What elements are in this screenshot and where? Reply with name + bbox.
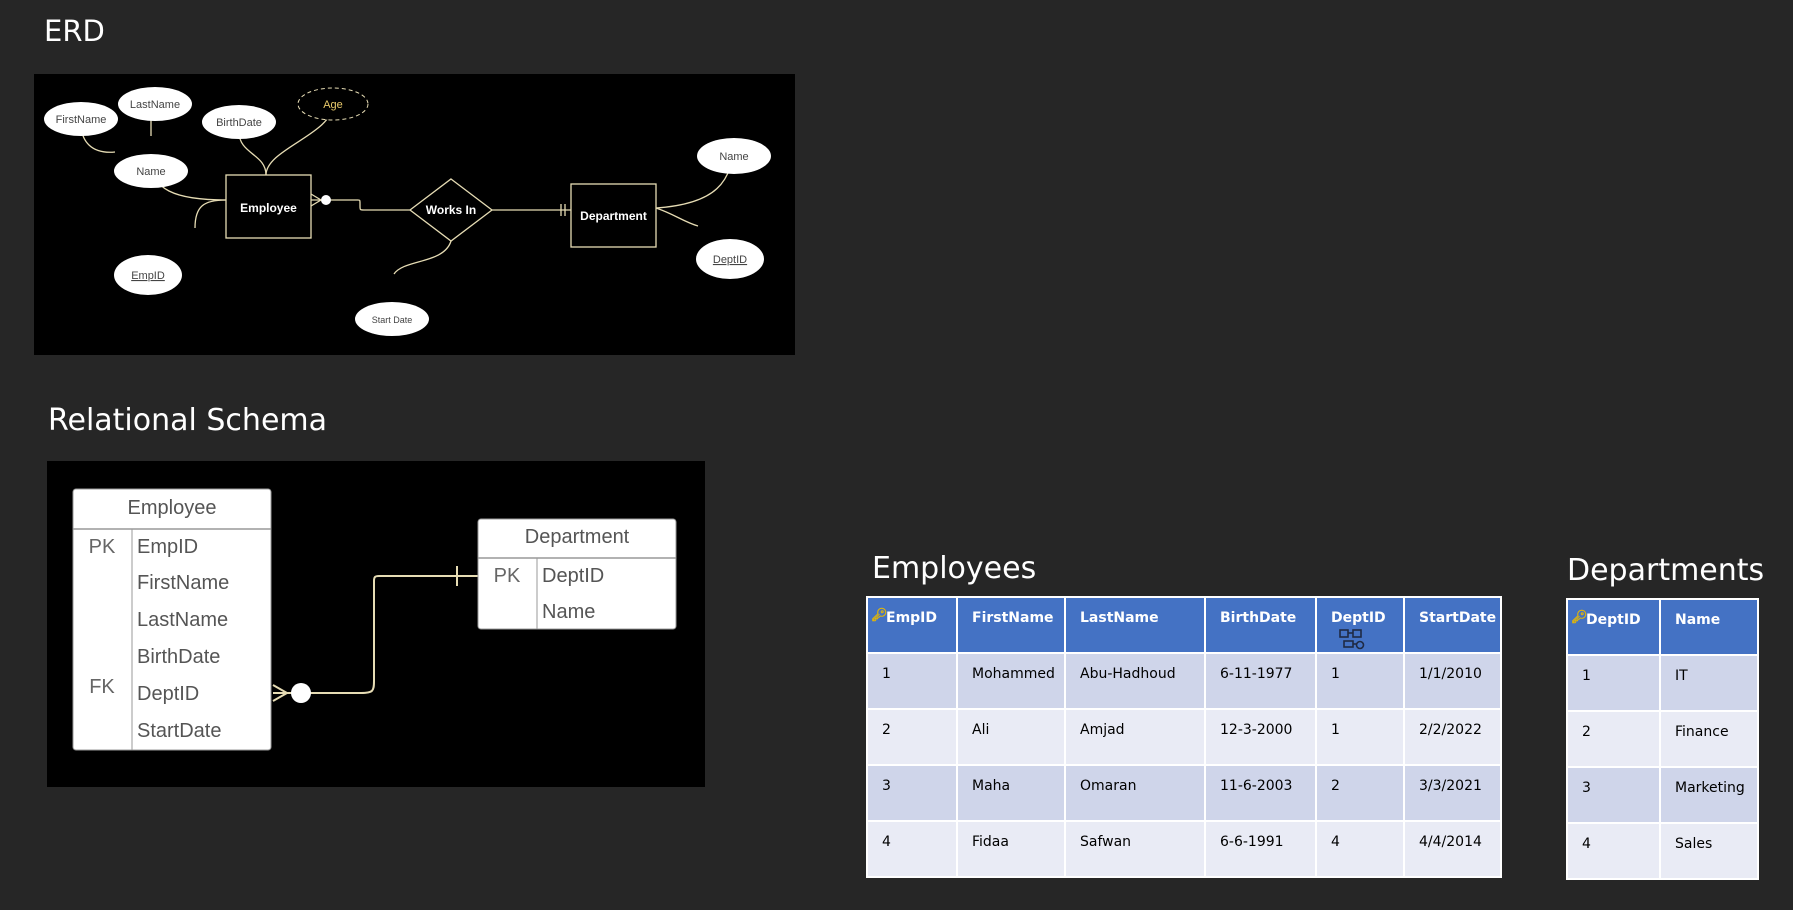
relational-schema-title: Relational Schema [48, 403, 328, 438]
employees-header-empid: 🔑︎ EmpID [866, 596, 958, 654]
schema-employee-field: BirthDate [137, 646, 220, 668]
foreign-key-icon [1339, 629, 1365, 650]
departments-header-deptid: 🔑︎ DeptID [1566, 598, 1661, 656]
department-entity-label: Department [580, 209, 647, 223]
schema-department-table: Department PK DeptID Name [477, 518, 677, 630]
relational-schema-diagram: Employee PK FK EmpID FirstName LastName … [47, 461, 705, 787]
attr-lastname-label: LastName [130, 99, 180, 111]
table-cell: Marketing [1659, 766, 1759, 824]
schema-employee-field: FirstName [137, 572, 229, 594]
table-cell: 1 [1566, 654, 1661, 712]
table-row: 2 Finance [1566, 710, 1759, 768]
employees-header-deptid: DeptID [1315, 596, 1405, 654]
table-cell: Amjad [1064, 708, 1206, 766]
table-cell: 11-6-2003 [1204, 764, 1317, 822]
attr-age-label: Age [323, 99, 343, 111]
table-cell: Finance [1659, 710, 1759, 768]
table-cell: Mohammed [956, 652, 1066, 710]
attr-firstname-label: FirstName [56, 114, 107, 126]
departments-header: Name [1659, 598, 1759, 656]
table-cell: 4 [866, 820, 958, 878]
attr-deptid-label: DeptID [713, 254, 747, 266]
schema-employee-field: EmpID [137, 536, 198, 558]
primary-key-icon: 🔑︎ [871, 608, 888, 623]
attr-startdate-label: Start Date [372, 315, 413, 325]
departments-table: 🔑︎ DeptID Name 1 IT 2 Finance 3 Marketin… [1566, 598, 1759, 880]
schema-employee-key-0: PK [89, 536, 116, 558]
schema-employee-title: Employee [128, 497, 217, 519]
employees-header: BirthDate [1204, 596, 1317, 654]
table-cell: Ali [956, 708, 1066, 766]
table-cell: 3 [1566, 766, 1661, 824]
table-cell: 4 [1566, 822, 1661, 880]
table-cell: 3/3/2021 [1403, 764, 1502, 822]
schema-employee-key-4: FK [89, 676, 115, 698]
schema-employee-table: Employee PK FK EmpID FirstName LastName … [72, 488, 272, 751]
table-cell: 1 [866, 652, 958, 710]
header-label: LastName [1080, 610, 1159, 626]
table-row: 2 Ali Amjad 12-3-2000 1 2/2/2022 [866, 708, 1502, 766]
table-cell: Safwan [1064, 820, 1206, 878]
table-cell: 6-6-1991 [1204, 820, 1317, 878]
erd-diagram: Employee Department Works In FirstName L… [34, 74, 795, 355]
table-cell: 2 [1566, 710, 1661, 768]
employees-header: LastName [1064, 596, 1206, 654]
table-cell: Sales [1659, 822, 1759, 880]
table-cell: Abu-Hadhoud [1064, 652, 1206, 710]
attr-birthdate-label: BirthDate [216, 117, 262, 129]
schema-employee-field: DeptID [137, 683, 199, 705]
table-cell: 6-11-1977 [1204, 652, 1317, 710]
table-cell: Omaran [1064, 764, 1206, 822]
erd-title: ERD [44, 14, 105, 48]
table-cell: 1 [1315, 708, 1405, 766]
table-cell: 2 [866, 708, 958, 766]
table-cell: 4/4/2014 [1403, 820, 1502, 878]
table-cell: 3 [866, 764, 958, 822]
attr-name-label: Name [136, 166, 165, 178]
schema-employee-field: StartDate [137, 720, 221, 742]
header-label: DeptID [1331, 610, 1386, 626]
header-label: EmpID [886, 610, 938, 626]
header-label: StartDate [1419, 610, 1497, 626]
table-cell: 4 [1315, 820, 1405, 878]
schema-department-key-0: PK [494, 565, 521, 587]
table-cell: Fidaa [956, 820, 1066, 878]
table-cell: 2/2/2022 [1403, 708, 1502, 766]
table-row: 1 Mohammed Abu-Hadhoud 6-11-1977 1 1/1/2… [866, 652, 1502, 710]
attr-empid-label: EmpID [131, 270, 165, 282]
header-label: Name [1675, 612, 1721, 628]
attr-dept-name-label: Name [719, 151, 748, 163]
employees-header: FirstName [956, 596, 1066, 654]
table-row: 3 Maha Omaran 11-6-2003 2 3/3/2021 [866, 764, 1502, 822]
table-cell: 2 [1315, 764, 1405, 822]
departments-title: Departments [1567, 553, 1765, 588]
employees-table: 🔑︎ EmpID FirstName LastName BirthDate De… [866, 596, 1502, 878]
schema-employee-field: LastName [137, 609, 228, 631]
header-label: FirstName [972, 610, 1054, 626]
header-label: DeptID [1586, 612, 1641, 628]
table-cell: 1 [1315, 652, 1405, 710]
table-cell: IT [1659, 654, 1759, 712]
works-in-label: Works In [426, 203, 476, 217]
table-row: 3 Marketing [1566, 766, 1759, 824]
employees-title: Employees [872, 551, 1037, 586]
table-row: 1 IT [1566, 654, 1759, 712]
primary-key-icon: 🔑︎ [1571, 610, 1588, 625]
employees-header: StartDate [1403, 596, 1502, 654]
table-row: 4 Sales [1566, 822, 1759, 880]
schema-department-field: Name [542, 601, 595, 623]
employee-entity-label: Employee [240, 201, 297, 215]
schema-department-title: Department [525, 526, 630, 548]
table-row: 4 Fidaa Safwan 6-6-1991 4 4/4/2014 [866, 820, 1502, 878]
header-label: BirthDate [1220, 610, 1297, 626]
table-cell: 12-3-2000 [1204, 708, 1317, 766]
table-cell: 1/1/2010 [1403, 652, 1502, 710]
schema-department-field: DeptID [542, 565, 604, 587]
zero-many-circle [321, 195, 331, 205]
schema-zero-many-circle [291, 683, 311, 703]
table-cell: Maha [956, 764, 1066, 822]
